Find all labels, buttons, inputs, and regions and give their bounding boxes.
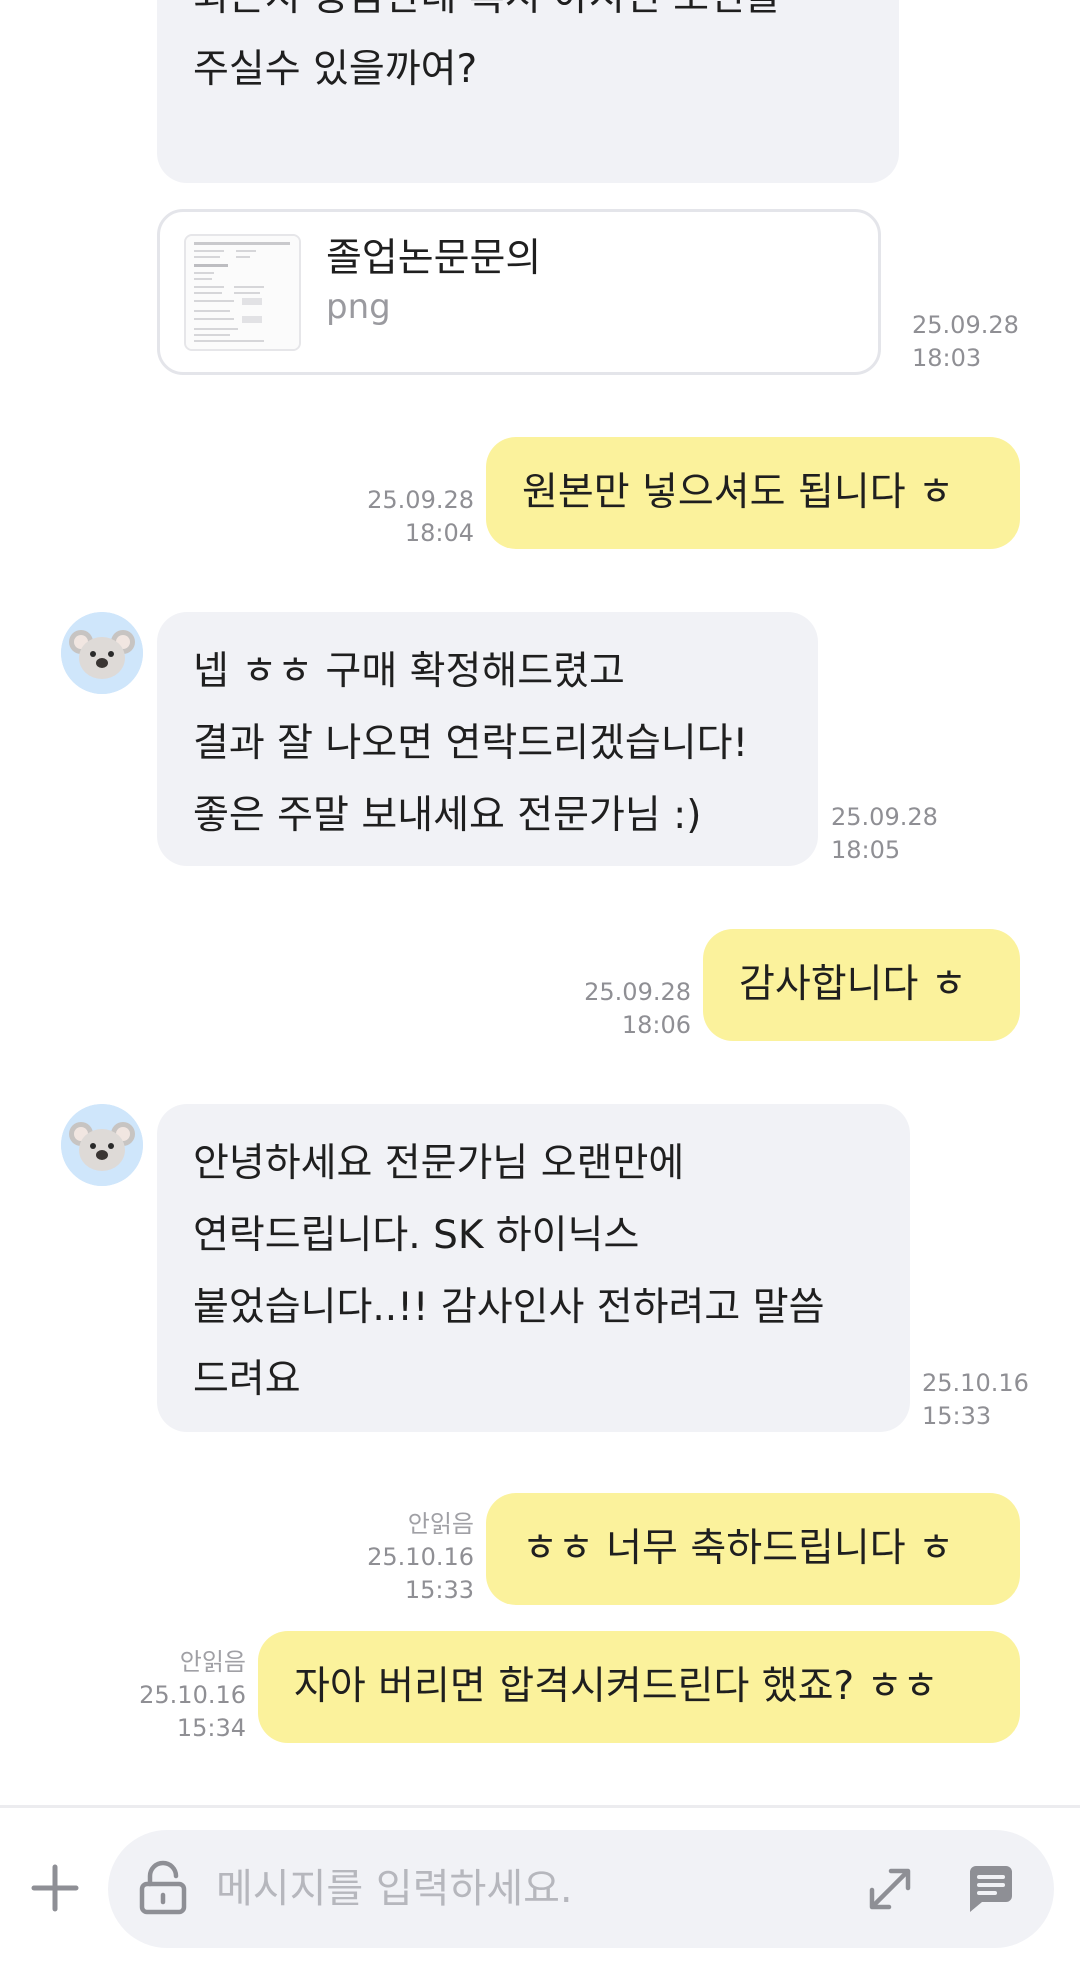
message-line: 드려요 [193,1357,301,1402]
message-text: 감사합니다 ㅎ [739,962,967,1007]
message-line: 넵 ㅎㅎ 구매 확정해드렸고 [193,649,625,694]
plus-icon [31,1864,79,1912]
message-line: 결과 잘 나오면 연락드리겠습니다! [193,721,749,766]
message-time: 15:33 [404,1576,474,1604]
message-line: 연락드립니다. SK 하이닉스 [193,1213,640,1258]
unlock-icon [139,1860,187,1915]
avatar[interactable] [61,612,143,694]
unread-status: 안읽음 [179,1648,246,1676]
message-time: 18:06 [621,1011,691,1039]
document-preview-icon [186,236,299,349]
message-line: 좋은 주말 보내세요 전문가님 :) [193,793,702,838]
message-bubble-outgoing[interactable]: 자아 버리면 합격시켜드린다 했죠? ㅎㅎ [258,1631,1020,1743]
message-timestamp: 25.09.28 18:05 [831,801,938,867]
message-time: 18:05 [831,836,901,864]
message-bubble-incoming[interactable]: 되는지 궁금한데 혹시 아시면 조언을 주실수 있을까여? [157,0,899,183]
message-input[interactable]: 메시지를 입력하세요. [108,1830,1054,1948]
message-timestamp: 25.10.16 15:33 [922,1367,1029,1433]
lock-toggle-button[interactable] [132,1858,194,1920]
file-attachment-card[interactable]: 졸업논문문의 png [157,209,881,375]
message-date: 25.10.16 [367,1543,474,1571]
message-time: 15:34 [176,1714,246,1742]
message-line: 주실수 있을까여? [193,47,478,92]
message-line: 안녕하세요 전문가님 오랜만에 [193,1141,685,1186]
chat-screen: 되는지 궁금한데 혹시 아시면 조언을 주실수 있을까여? [0,0,1080,1971]
message-bubble-outgoing[interactable]: 감사합니다 ㅎ [703,929,1020,1041]
file-name: 졸업논문문의 [326,236,542,281]
message-date: 25.10.16 [922,1369,1029,1397]
message-timestamp: 25.09.28 18:06 [584,976,691,1042]
message-input-placeholder: 메시지를 입력하세요. [216,1866,573,1912]
message-bubble-incoming[interactable]: 넵 ㅎㅎ 구매 확정해드렸고 결과 잘 나오면 연락드리겠습니다! 좋은 주말 … [157,612,818,866]
composer-divider [0,1805,1080,1808]
message-date: 25.09.28 [912,311,1019,339]
message-bubble-incoming[interactable]: 안녕하세요 전문가님 오랜만에 연락드립니다. SK 하이닉스 붙었습니다..!… [157,1104,910,1432]
message-date: 25.09.28 [584,978,691,1006]
avatar[interactable] [61,1104,143,1186]
expand-button[interactable] [859,1858,921,1920]
koala-icon [61,612,143,694]
file-extension: png [326,287,391,327]
message-time: 18:04 [404,519,474,547]
message-date: 25.10.16 [139,1681,246,1709]
message-bubble-outgoing[interactable]: 원본만 넣으셔도 됩니다 ㅎ [486,437,1020,549]
message-time: 18:03 [912,344,982,372]
message-timestamp: 안읽음 25.10.16 15:33 [367,1508,474,1607]
message-line: 붙었습니다..!! 감사인사 전하려고 말씀 [193,1285,825,1330]
message-date: 25.09.28 [367,486,474,514]
message-text: ㅎㅎ 너무 축하드립니다 ㅎ [522,1526,954,1571]
koala-icon [61,1104,143,1186]
add-button[interactable] [24,1857,86,1919]
unread-status: 안읽음 [407,1510,474,1538]
file-thumbnail [184,234,301,351]
message-timestamp: 25.09.28 18:03 [912,309,1019,375]
send-button[interactable] [960,1858,1022,1920]
chat-send-icon [970,1866,1012,1912]
message-text: 자아 버리면 합격시켜드린다 했죠? ㅎㅎ [294,1664,939,1709]
message-time: 15:33 [922,1402,992,1430]
message-text: 원본만 넣으셔도 됩니다 ㅎ [522,470,954,515]
message-line: 되는지 궁금한데 혹시 아시면 조언을 [193,0,863,34]
message-timestamp: 25.09.28 18:04 [367,484,474,550]
message-timestamp: 안읽음 25.10.16 15:34 [139,1646,246,1745]
message-bubble-outgoing[interactable]: ㅎㅎ 너무 축하드립니다 ㅎ [486,1493,1020,1605]
message-date: 25.09.28 [831,803,938,831]
expand-icon [869,1868,911,1910]
